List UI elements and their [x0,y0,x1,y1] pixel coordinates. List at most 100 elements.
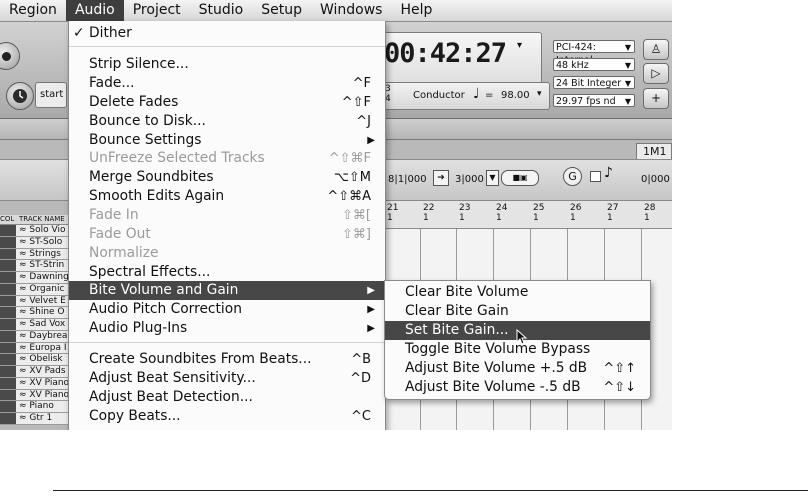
tempo-value[interactable]: 98.00 [501,90,530,101]
track-color [0,260,16,272]
menu-item-smooth-edits[interactable]: Smooth Edits Again ^⇧⌘A [69,187,385,206]
track-row[interactable]: ≈ ST-Strin [0,260,68,273]
play-mode-button[interactable]: ▷ [643,63,669,84]
position-a[interactable]: 8|1|000 [388,174,427,185]
counter-dropdown-icon[interactable]: ▾ [517,40,522,51]
submenu-item-volume-down[interactable]: Adjust Bite Volume -.5 dB ^⇧↓ [385,378,650,397]
menu-item-fade[interactable]: Fade... ^F [69,74,385,93]
track-row[interactable]: ≈ Shine O [0,307,68,320]
position-c[interactable]: 0|000 [641,174,670,185]
track-row[interactable]: ≈ Organic [0,283,68,296]
menu-studio[interactable]: Studio [190,0,253,21]
chevron-down-icon[interactable]: ▼ [486,170,499,186]
track-row[interactable]: ≈ ST-Solo [0,236,68,249]
sample-rate-select[interactable]: 48 kHz ▼ [553,58,635,71]
track-row[interactable]: ≈ Dawning [0,272,68,284]
device-select[interactable]: PCI-424: Internal▼ [553,40,635,66]
tab-1m1[interactable]: 1M1 [636,143,672,159]
frame-rate-value: 29.97 fps nd [556,96,616,107]
clock-icon [13,89,27,103]
start-field[interactable]: start [35,82,67,108]
start-label: start [40,89,64,100]
menu-bar: Region Audio Project Studio Setup Window… [0,0,672,22]
tempo-dropdown-icon[interactable]: ▾ [537,89,542,99]
menu-item-spectral-effects[interactable]: Spectral Effects... [69,263,385,282]
menu-item-adjust-beat-sensitivity[interactable]: Adjust Beat Sensitivity... ^D [69,369,385,388]
track-row[interactable]: ≈ Piano [0,401,68,414]
record-icon [2,52,11,61]
tab-1m1-label: 1M1 [643,145,667,158]
app-window: Region Audio Project Studio Setup Window… [0,0,672,430]
menu-audio[interactable]: Audio [65,0,124,21]
menu-item-create-soundbites[interactable]: Create Soundbites From Beats... ^B [69,350,385,369]
bar-27: 27 1 [607,203,619,223]
audio-menu: ✓ Dither Strip Silence... Fade... ^F Delet… [68,21,386,430]
grid-button[interactable]: G [563,167,582,186]
snap-mode-button[interactable]: ■▣ [501,170,539,186]
track-row[interactable]: ≈ Velvet E [0,295,68,308]
record-button[interactable] [0,42,20,70]
submenu-item-clear-bite-gain[interactable]: Clear Bite Gain [385,302,650,321]
track-color [0,236,16,248]
menu-setup[interactable]: Setup [252,0,311,21]
track-row[interactable]: ≈ Sad Vox [0,319,68,331]
track-color [0,342,16,354]
chevron-down-icon: ▼ [624,61,631,70]
track-row[interactable]: ≈ Strings [0,248,68,261]
submenu-item-clear-bite-volume[interactable]: Clear Bite Volume [385,283,650,302]
clock-button[interactable] [6,82,34,110]
track-row[interactable]: ≈ XV Pads [0,366,68,378]
submenu-item-volume-up[interactable]: Adjust Bite Volume +.5 dB ^⇧↑ [385,359,650,378]
time-counter: 00:42:27 [384,38,507,69]
track-row[interactable]: ≈ XV Piano [0,389,68,402]
eighth-note-icon: ♪ [604,165,613,181]
checkbox[interactable] [590,171,601,182]
track-name: ≈ Velvet E [19,295,66,306]
track-name: ≈ Europa I [19,342,67,353]
track-name: ≈ Dawning [19,272,68,283]
bit-depth-select[interactable]: 24 Bit Integer ▼ [553,76,635,89]
menu-separator [69,342,385,343]
menu-help[interactable]: Help [391,0,441,21]
metronome-button[interactable]: ♙ [643,39,669,60]
timeline-ruler[interactable]: 21 1 22 1 23 1 24 1 25 1 26 1 27 1 28 1 [384,201,672,229]
track-color [0,248,16,260]
add-button[interactable]: + [643,88,669,109]
menu-item-merge-soundbites[interactable]: Merge Soundbites ⌥⇧M [69,168,385,187]
menu-region[interactable]: Region [0,0,66,21]
menu-item-bite-volume-gain[interactable]: Bite Volume and Gain ▶ [69,281,385,300]
arrow-right-icon[interactable]: ➔ [433,170,449,186]
caption-rule [53,490,808,491]
menu-project[interactable]: Project [124,0,190,21]
frame-rate-select[interactable]: 29.97 fps nd ▼ [553,94,635,107]
track-color [0,319,16,330]
track-row[interactable]: ≈ Europa I [0,342,68,355]
track-row[interactable]: ≈ Gtr 1 [0,413,68,426]
menu-windows[interactable]: Windows [311,0,392,21]
menu-item-bounce-to-disk[interactable]: Bounce to Disk... ^J [69,112,385,131]
menu-item-audio-plugins[interactable]: Audio Plug-Ins ▶ [69,319,385,338]
track-row[interactable]: ≈ XV Piano [0,377,68,390]
metronome-icon: ♙ [650,42,662,56]
sample-rate-value: 48 kHz [556,60,589,71]
menu-item-adjust-beat-detection[interactable]: Adjust Beat Detection... [69,388,385,407]
menu-item-audio-pitch-correction[interactable]: Audio Pitch Correction ▶ [69,300,385,319]
track-row[interactable]: ≈ Daybrea [0,330,68,343]
menu-item-unfreeze-tracks: UnFreeze Selected Tracks ^⇧⌘F [89,150,371,166]
menu-item-fade-in: Fade In ⇧⌘[ [89,207,371,223]
chevron-down-icon: ▼ [624,79,631,88]
menu-item-bounce-settings[interactable]: Bounce Settings ▶ [69,131,385,150]
track-row[interactable]: ≈ Solo Vio [0,225,68,237]
menu-item-copy-beats[interactable]: Copy Beats... ^C [69,407,385,426]
track-name: ≈ Obelisk [19,354,63,365]
submenu-arrow-icon: ▶ [367,285,375,296]
menu-item-strip-silence[interactable]: Strip Silence... [69,55,385,74]
track-row[interactable]: ≈ Obelisk [0,354,68,367]
menu-item-dither[interactable]: ✓ Dither [69,24,385,43]
track-list: ≈ Solo Vio ≈ ST-Solo ≈ Strings ≈ ST-Stri… [0,225,68,426]
menu-separator [69,46,385,47]
track-name: ≈ ST-Solo [19,236,63,247]
menu-item-delete-fades[interactable]: Delete Fades ^⇧F [69,93,385,112]
position-b[interactable]: 3|000 [455,174,484,185]
bar-21: 21 1 [387,203,399,223]
